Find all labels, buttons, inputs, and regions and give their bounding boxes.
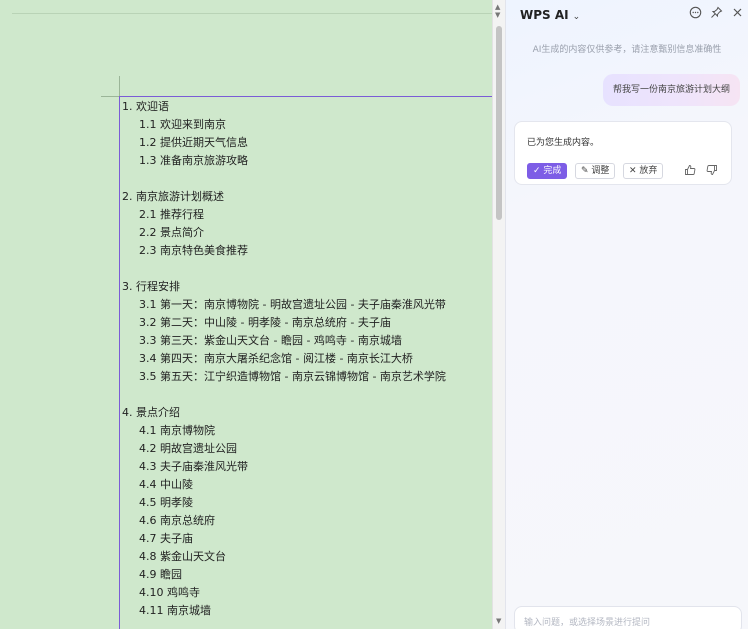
outline-subitem[interactable]: 3.1 第一天：南京博物院 - 明故宫遗址公园 - 夫子庙秦淮风光带 xyxy=(122,296,492,314)
ai-title-label: WPS AI xyxy=(520,8,569,22)
outline-subitem[interactable]: 1.1 欢迎来到南京 xyxy=(122,116,492,134)
outline-heading[interactable]: 3. 行程安排 xyxy=(122,278,492,296)
outline-subitem[interactable]: 4.9 瞻园 xyxy=(122,566,492,584)
document-canvas[interactable]: 1. 欢迎语 1.1 欢迎来到南京 1.2 提供近期天气信息 1.3 准备南京旅游攻略… xyxy=(0,0,492,629)
thumbs-up-icon[interactable] xyxy=(683,164,697,179)
done-button[interactable]: ✓ 完成 xyxy=(527,163,568,179)
outline-subitem[interactable]: 1.3 准备南京旅游攻略 xyxy=(122,152,492,170)
ai-response-text: 已为您生成内容。 xyxy=(527,138,600,148)
ai-title-dropdown[interactable]: WPS AI ⌄ xyxy=(520,8,580,22)
outline-subitem[interactable]: 2.3 南京特色美食推荐 xyxy=(122,242,492,260)
thumbs-down-icon[interactable] xyxy=(705,164,719,179)
outline-subitem[interactable]: 4.2 明故宫遗址公园 xyxy=(122,440,492,458)
pin-icon[interactable] xyxy=(708,6,724,22)
outline-subitem[interactable]: 4.5 明孝陵 xyxy=(122,494,492,512)
outline-heading[interactable]: 1. 欢迎语 xyxy=(122,98,492,116)
document-outline[interactable]: 1. 欢迎语 1.1 欢迎来到南京 1.2 提供近期天气信息 1.3 准备南京旅游攻略… xyxy=(122,98,492,620)
outline-subitem[interactable]: 4.8 紫金山天文台 xyxy=(122,548,492,566)
margin-marker-vertical xyxy=(119,76,120,96)
discard-button[interactable]: ✕ 放弃 xyxy=(623,163,664,179)
vertical-scrollbar[interactable]: ▲ ▼ ▼ xyxy=(492,0,505,629)
ai-insert-border-top xyxy=(119,96,492,97)
outline-subitem[interactable]: 4.4 中山陵 xyxy=(122,476,492,494)
blank-line[interactable] xyxy=(122,170,492,188)
close-icon[interactable] xyxy=(729,6,745,22)
ai-disclaimer: AI生成的内容仅供参考，请注意甄别信息准确性 xyxy=(532,45,722,55)
blank-line[interactable] xyxy=(122,260,492,278)
blank-line[interactable] xyxy=(122,386,492,404)
outline-subitem[interactable]: 1.2 提供近期天气信息 xyxy=(122,134,492,152)
outline-subitem[interactable]: 4.10 鸡鸣寺 xyxy=(122,584,492,602)
outline-subitem[interactable]: 3.3 第三天：紫金山天文台 - 瞻园 - 鸡鸣寺 - 南京城墙 xyxy=(122,332,492,350)
outline-subitem[interactable]: 4.6 南京总统府 xyxy=(122,512,492,530)
outline-subitem[interactable]: 4.3 夫子庙秦淮风光带 xyxy=(122,458,492,476)
chat-icon[interactable] xyxy=(687,6,703,22)
outline-subitem[interactable]: 3.4 第四天：南京大屠杀纪念馆 - 阅江楼 - 南京长江大桥 xyxy=(122,350,492,368)
outline-subitem[interactable]: 2.2 景点简介 xyxy=(122,224,492,242)
wps-ai-panel: WPS AI ⌄ AI生成的内容仅供参考，请注意甄别信息准确性 帮我写一份南京旅游… xyxy=(505,0,748,629)
outline-subitem[interactable]: 3.5 第五天：江宁织造博物馆 - 南京云锦博物馆 - 南京艺术学院 xyxy=(122,368,492,386)
adjust-button[interactable]: ✎ 调整 xyxy=(575,163,616,179)
scroll-up-arrow-icon[interactable]: ▲ ▼ xyxy=(495,3,500,19)
outline-subitem[interactable]: 4.11 南京城墙 xyxy=(122,602,492,620)
outline-subitem[interactable]: 3.2 第二天：中山陵 - 明孝陵 - 南京总统府 - 夫子庙 xyxy=(122,314,492,332)
outline-subitem[interactable]: 4.1 南京博物院 xyxy=(122,422,492,440)
ai-response-card: 已为您生成内容。 ✓ 完成 ✎ 调整 ✕ 放弃 xyxy=(514,121,732,185)
scroll-down-arrow-icon[interactable]: ▼ xyxy=(496,617,501,625)
outline-subitem[interactable]: 4.7 夫子庙 xyxy=(122,530,492,548)
page-top-edge xyxy=(12,13,492,14)
scrollbar-thumb[interactable] xyxy=(496,26,502,220)
ai-insert-border-left xyxy=(119,96,120,629)
outline-heading[interactable]: 2. 南京旅游计划概述 xyxy=(122,188,492,206)
chevron-down-icon: ⌄ xyxy=(572,12,581,22)
ai-question-input[interactable]: 输入问题，或选择场景进行提问 xyxy=(514,606,742,629)
ai-panel-header: WPS AI ⌄ xyxy=(506,0,748,30)
user-message-bubble: 帮我写一份南京旅游计划大纲 xyxy=(602,74,740,106)
outline-heading[interactable]: 4. 景点介绍 xyxy=(122,404,492,422)
outline-subitem[interactable]: 2.1 推荐行程 xyxy=(122,206,492,224)
margin-marker-horizontal xyxy=(101,96,119,97)
